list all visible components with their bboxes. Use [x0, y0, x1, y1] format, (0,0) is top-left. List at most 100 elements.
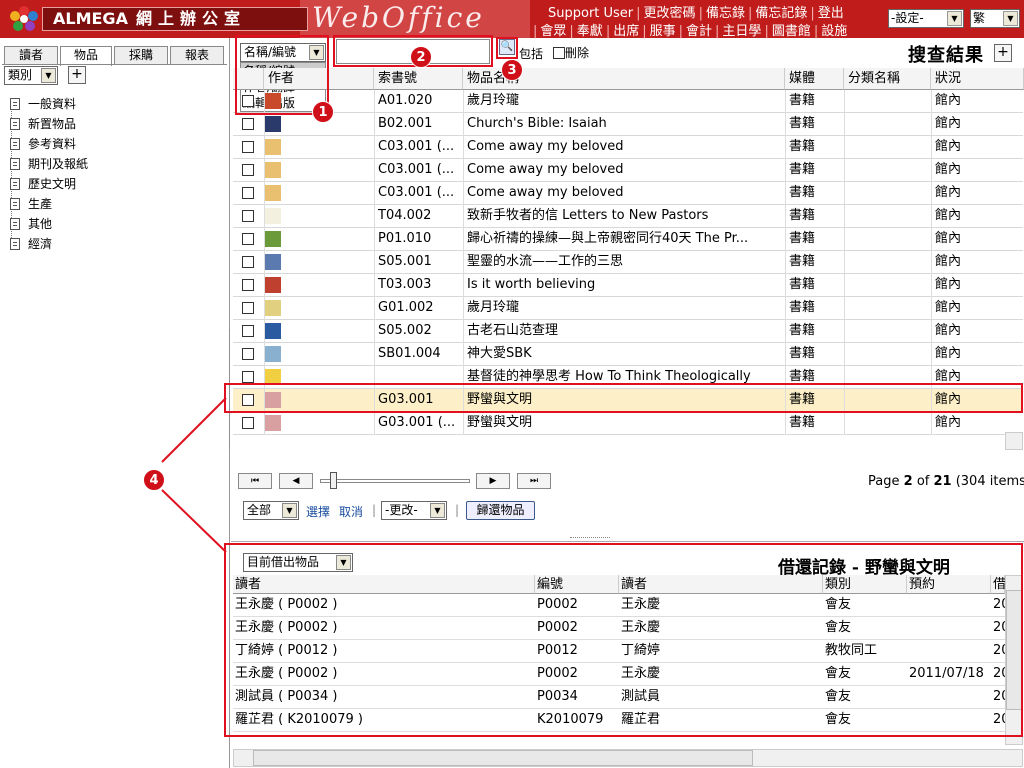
cell-media: 書籍 [789, 323, 816, 338]
cell-media: 書籍 [789, 277, 816, 292]
memo-log-link[interactable]: 備忘記錄 [755, 6, 807, 21]
table-row[interactable]: C03.001 (... Come away my beloved 書籍 館內 [233, 136, 1023, 159]
table-row[interactable]: S05.001 聖靈的水流——工作的三思 書籍 館內 [233, 251, 1023, 274]
row-checkbox[interactable] [242, 233, 254, 245]
cell-title[interactable]: 歲月玲瓏 [463, 297, 783, 319]
deleted-checkbox-row[interactable]: 刪除 [553, 44, 589, 61]
table-row[interactable]: T03.003 Is it worth believing 書籍 館內 [233, 274, 1023, 297]
cell-call-number: SB01.004 [378, 346, 441, 361]
tree-item-general[interactable]: 一般資料 [10, 94, 76, 114]
col-category[interactable]: 分類名稱 [844, 68, 931, 90]
table-row[interactable]: G01.002 歲月玲瓏 書籍 館內 [233, 297, 1023, 320]
logout-link[interactable]: 登出 [818, 6, 844, 21]
tree-item-production[interactable]: 生產 [10, 194, 52, 214]
book-cover-thumbnail [265, 254, 281, 270]
row-checkbox[interactable] [242, 256, 254, 268]
row-checkbox[interactable] [242, 417, 254, 429]
row-checkbox[interactable] [242, 118, 254, 130]
tree-item-other[interactable]: 其他 [10, 214, 52, 234]
nav-facilities[interactable]: 設施 [821, 24, 847, 39]
nav-accounting[interactable]: 會計 [686, 24, 712, 39]
table-row[interactable]: T04.002 致新手牧者的信 Letters to New Pastors 書籍 館… [233, 205, 1023, 228]
cell-title[interactable]: 致新手牧者的信 Letters to New Pastors [463, 205, 783, 227]
table-row[interactable]: S05.002 古老石山范查理 書籍 館內 [233, 320, 1023, 343]
cell-media: 書籍 [789, 300, 816, 315]
row-checkbox[interactable] [242, 141, 254, 153]
row-checkbox[interactable] [242, 164, 254, 176]
table-row[interactable]: C03.001 (... Come away my beloved 書籍 館內 [233, 159, 1023, 182]
last-page-button[interactable]: ⏭ [517, 473, 551, 489]
cell-category [844, 228, 930, 250]
cell-title[interactable]: Come away my beloved [463, 182, 783, 204]
language-select[interactable]: 繁 ▼ [970, 9, 1020, 28]
table-row[interactable]: P01.010 歸心祈禱的操練—與上帝親密同行40天 The Pr... 書籍 館內 [233, 228, 1023, 251]
tab-readers[interactable]: 讀者 [4, 46, 58, 65]
page-slider-track[interactable] [320, 479, 470, 483]
return-items-button[interactable]: 歸還物品 [466, 501, 535, 520]
nav-sunday-school[interactable]: 主日學 [722, 24, 761, 39]
cell-call-number: C03.001 (... [378, 162, 455, 177]
table-row[interactable]: SB01.004 神大愛SBK 書籍 館內 [233, 343, 1023, 366]
prev-page-button[interactable]: ◀ [279, 473, 313, 489]
col-status[interactable]: 狀況 [931, 68, 1024, 90]
cell-title[interactable]: 神大愛SBK [463, 343, 783, 365]
category-select[interactable]: 類別 ▼ [4, 66, 58, 85]
tree-item-economy[interactable]: 經濟 [10, 234, 52, 254]
cancel-link[interactable]: 取消 [339, 503, 363, 520]
cell-title[interactable]: 聖靈的水流——工作的三思 [463, 251, 783, 273]
cell-title[interactable]: 歲月玲瓏 [463, 90, 783, 112]
next-page-button[interactable]: ▶ [476, 473, 510, 489]
user-name-link[interactable]: Support User [548, 6, 633, 21]
nav-attendance[interactable]: 出席 [613, 24, 639, 39]
row-checkbox[interactable] [242, 325, 254, 337]
cell-title[interactable]: Church's Bible: Isaiah [463, 113, 783, 135]
tab-purchasing[interactable]: 採購 [114, 46, 168, 65]
table-row[interactable]: A01.020 歲月玲瓏 書籍 館內 [233, 90, 1023, 113]
tree-item-periodicals[interactable]: 期刊及報紙 [10, 154, 88, 174]
tree-item-reference[interactable]: 參考資料 [10, 134, 76, 154]
cell-category [844, 297, 930, 319]
cell-title[interactable]: 歸心祈禱的操練—與上帝親密同行40天 The Pr... [463, 228, 783, 250]
settings-select[interactable]: -設定- ▼ [888, 9, 964, 28]
divider: | [372, 503, 377, 517]
deleted-checkbox[interactable] [553, 47, 565, 59]
nav-offering[interactable]: 奉獻 [577, 24, 603, 39]
scrollbar-thumb[interactable] [253, 750, 753, 766]
row-checkbox[interactable] [242, 279, 254, 291]
table-row[interactable]: B02.001 Church's Bible: Isaiah 書籍 館內 [233, 113, 1023, 136]
add-item-button[interactable]: + [994, 44, 1012, 62]
change-password-link[interactable]: 更改密碼 [644, 6, 696, 21]
table-row[interactable]: C03.001 (... Come away my beloved 書籍 館內 [233, 182, 1023, 205]
row-checkbox[interactable] [242, 348, 254, 360]
scope-select[interactable]: 全部 ▼ [243, 501, 299, 520]
tab-reports[interactable]: 報表 [170, 46, 224, 65]
header-links-top: Support User | 更改密碼 | 備忘錄 | 備忘記錄 | 登出 [548, 6, 844, 21]
cell-title[interactable]: Come away my beloved [463, 159, 783, 181]
row-checkbox[interactable] [242, 187, 254, 199]
first-page-button[interactable]: ⏮ [238, 473, 272, 489]
cell-title[interactable]: Is it worth believing [463, 274, 783, 296]
change-select[interactable]: -更改- ▼ [381, 501, 447, 520]
tab-divider [2, 64, 227, 65]
row-checkbox[interactable] [242, 302, 254, 314]
cell-title[interactable]: Come away my beloved [463, 136, 783, 158]
table-row[interactable]: G03.001 (... 野蠻與文明 書籍 館內 [233, 412, 1023, 435]
col-call-number[interactable]: 索書號 [374, 68, 463, 90]
nav-library[interactable]: 圖書館 [772, 24, 811, 39]
tree-item-history[interactable]: 歷史文明 [10, 174, 76, 194]
cell-title[interactable]: 野蠻與文明 [463, 412, 783, 434]
page-slider-handle[interactable] [330, 472, 337, 489]
add-category-button[interactable]: + [68, 66, 86, 84]
tree-item-new[interactable]: 新置物品 [10, 114, 76, 134]
cell-title[interactable]: 古老石山范查理 [463, 320, 783, 342]
nav-ministry[interactable]: 服事 [650, 24, 676, 39]
document-icon [10, 198, 20, 210]
tab-items[interactable]: 物品 [60, 46, 112, 66]
cell-status: 館內 [935, 323, 962, 338]
row-checkbox[interactable] [242, 371, 254, 383]
row-checkbox[interactable] [242, 210, 254, 222]
col-media[interactable]: 媒體 [785, 68, 844, 90]
memo-link[interactable]: 備忘錄 [706, 6, 745, 21]
nav-congregation[interactable]: 會眾 [540, 24, 566, 39]
select-link[interactable]: 選擇 [306, 503, 330, 520]
